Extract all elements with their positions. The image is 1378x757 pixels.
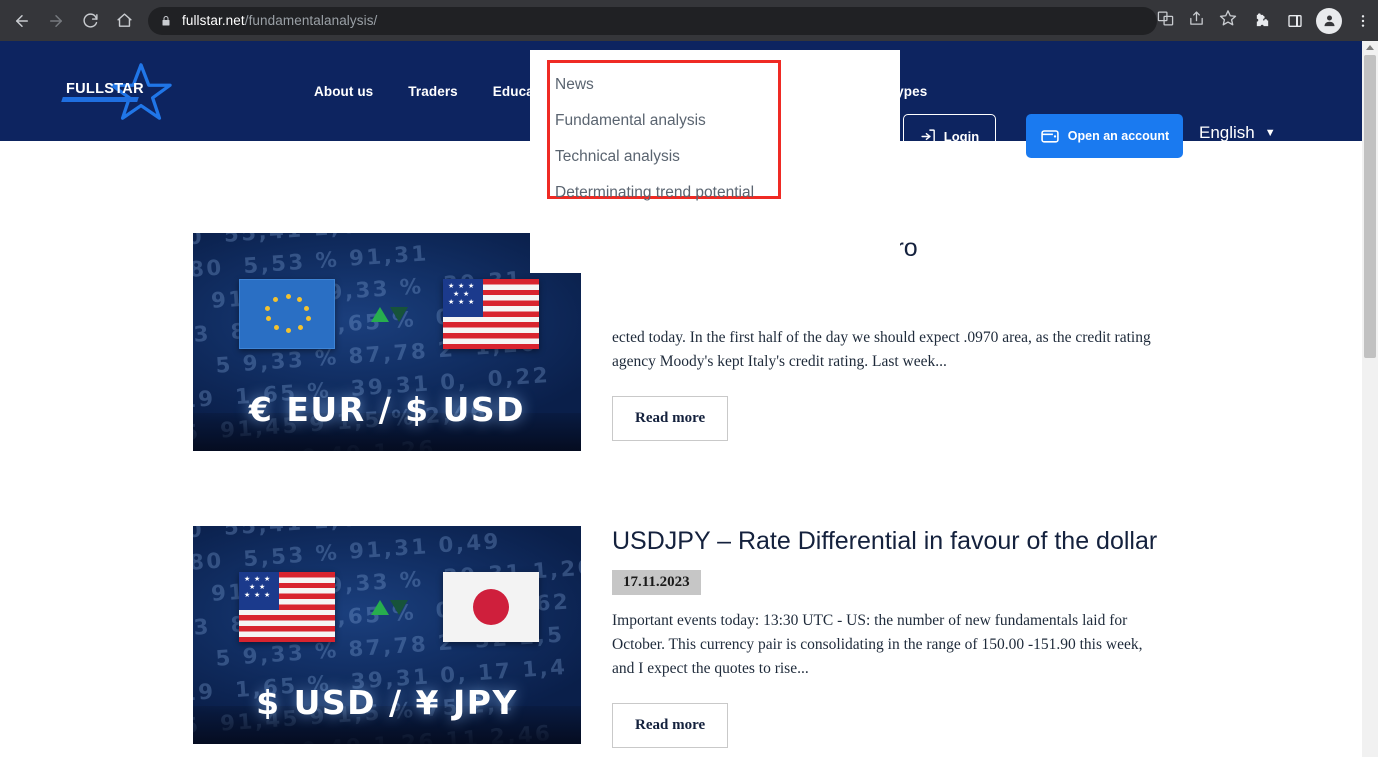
browser-menu-button[interactable]: [1348, 6, 1378, 36]
nav-item-traders[interactable]: Traders: [408, 84, 457, 99]
arrow-up-icon: [370, 306, 389, 322]
chevron-down-icon: ▼: [1264, 127, 1276, 139]
browser-toolbar: fullstar.net/fundamentalanalysis/: [0, 0, 1378, 41]
dropdown-menu: News Fundamental analysis Technical anal…: [555, 67, 754, 211]
article-excerpt: ected today. In the first half of the da…: [612, 329, 1151, 371]
forward-arrow-icon: [50, 14, 62, 27]
omnibox-actions: [1157, 9, 1237, 32]
browser-nav-buttons: [0, 5, 140, 37]
article-body: USDJPY – Rate Differential in favour of …: [612, 526, 1172, 749]
home-icon: [116, 13, 132, 27]
arrow-down-icon: [389, 306, 408, 322]
share-icon[interactable]: [1188, 10, 1205, 32]
page-viewport: FULLSTAR About us Traders Education Anal…: [0, 41, 1378, 757]
thumbnail-pair-label: € EUR / $ USD: [248, 390, 526, 429]
extensions-button[interactable]: [1247, 6, 1277, 36]
dropdown-item-fundamental-analysis[interactable]: Fundamental analysis: [555, 103, 754, 139]
eu-stars: [240, 280, 334, 348]
address-bar[interactable]: fullstar.net/fundamentalanalysis/: [148, 6, 1157, 35]
back-arrow-icon: [16, 14, 28, 27]
scrollbar-thumb[interactable]: [1364, 55, 1376, 358]
open-account-button[interactable]: Open an account: [1026, 114, 1183, 158]
read-more-button[interactable]: Read more: [612, 703, 729, 749]
currency-flags: ★ ★ ★ ★ ★ ★ ★ ★: [239, 566, 539, 648]
thumbnail-pair-label: $ USD / ¥ JPY: [256, 683, 518, 722]
dropdown-item-technical-analysis[interactable]: Technical analysis: [555, 139, 754, 175]
arrow-up-icon: [370, 599, 389, 615]
trend-arrows: [370, 306, 408, 322]
language-label: English: [1199, 123, 1255, 142]
login-arrow-icon: [921, 128, 935, 144]
jp-flag-icon: [443, 572, 539, 642]
side-panel-button[interactable]: [1280, 6, 1310, 36]
url-text: fullstar.net/fundamentalanalysis/: [182, 13, 377, 28]
language-selector[interactable]: English ▼: [1199, 123, 1276, 143]
page-scrollbar[interactable]: [1362, 41, 1378, 757]
url-domain: fullstar.net: [182, 13, 245, 28]
browser-toolbar-right: [1237, 6, 1378, 36]
lock-icon: [160, 15, 172, 27]
trend-arrows: [370, 599, 408, 615]
forward-button[interactable]: [40, 5, 72, 37]
scroll-up-arrow-icon[interactable]: [1366, 45, 1374, 50]
article-thumbnail-usdjpy[interactable]: 0,00 55,41 1,65 % 87,78 0,77 82,80 5,53 …: [193, 526, 581, 744]
currency-flags: ★ ★ ★ ★ ★ ★ ★ ★: [239, 273, 539, 355]
dropdown-item-determinating-trend-potential[interactable]: Determinating trend potential: [555, 175, 754, 211]
article-excerpt: Important events today: 13:30 UTC - US: …: [612, 612, 1143, 678]
star-bookmark-icon[interactable]: [1219, 9, 1237, 32]
login-label: Login: [943, 128, 980, 144]
us-flag-icon: ★ ★ ★ ★ ★ ★ ★ ★: [443, 279, 539, 349]
back-button[interactable]: [6, 5, 38, 37]
jp-disc: [473, 589, 509, 625]
translate-icon[interactable]: [1157, 10, 1174, 32]
us-flag-icon: ★ ★ ★ ★ ★ ★ ★ ★: [239, 572, 335, 642]
nav-item-about-us[interactable]: About us: [314, 84, 373, 99]
open-account-label: Open an account: [1067, 129, 1170, 143]
reload-button[interactable]: [74, 5, 106, 37]
three-dot-menu-icon: [1361, 14, 1365, 27]
read-more-button[interactable]: Read more: [612, 396, 729, 442]
article-date-badge: 17.11.2023: [612, 570, 701, 596]
article-thumbnail-eurusd[interactable]: 0,00 55,41 1,65 % 87,78 82,80 5,53 % 91,…: [193, 233, 581, 451]
arrow-down-icon: [389, 599, 408, 615]
eu-flag-icon: [239, 279, 335, 349]
us-canton: ★ ★ ★ ★ ★ ★ ★ ★: [239, 572, 280, 610]
dropdown-item-news[interactable]: News: [555, 67, 754, 103]
side-panel-icon: [1288, 14, 1302, 27]
login-button[interactable]: Login: [903, 114, 996, 158]
reload-icon: [82, 13, 98, 28]
article-title[interactable]: USDJPY – Rate Differential in favour of …: [612, 526, 1172, 557]
logo-text: FULLSTAR: [66, 81, 144, 97]
profile-avatar-icon: [1324, 15, 1334, 27]
puzzle-extensions-icon: [1256, 13, 1268, 27]
profile-button[interactable]: [1316, 7, 1342, 34]
wallet-icon: [1041, 130, 1059, 143]
us-canton: ★ ★ ★ ★ ★ ★ ★ ★: [443, 279, 484, 317]
url-path: /fundamentalanalysis/: [244, 13, 378, 28]
logo-bar: [61, 97, 139, 102]
home-button[interactable]: [108, 5, 140, 37]
site-logo[interactable]: FULLSTAR: [61, 63, 176, 120]
